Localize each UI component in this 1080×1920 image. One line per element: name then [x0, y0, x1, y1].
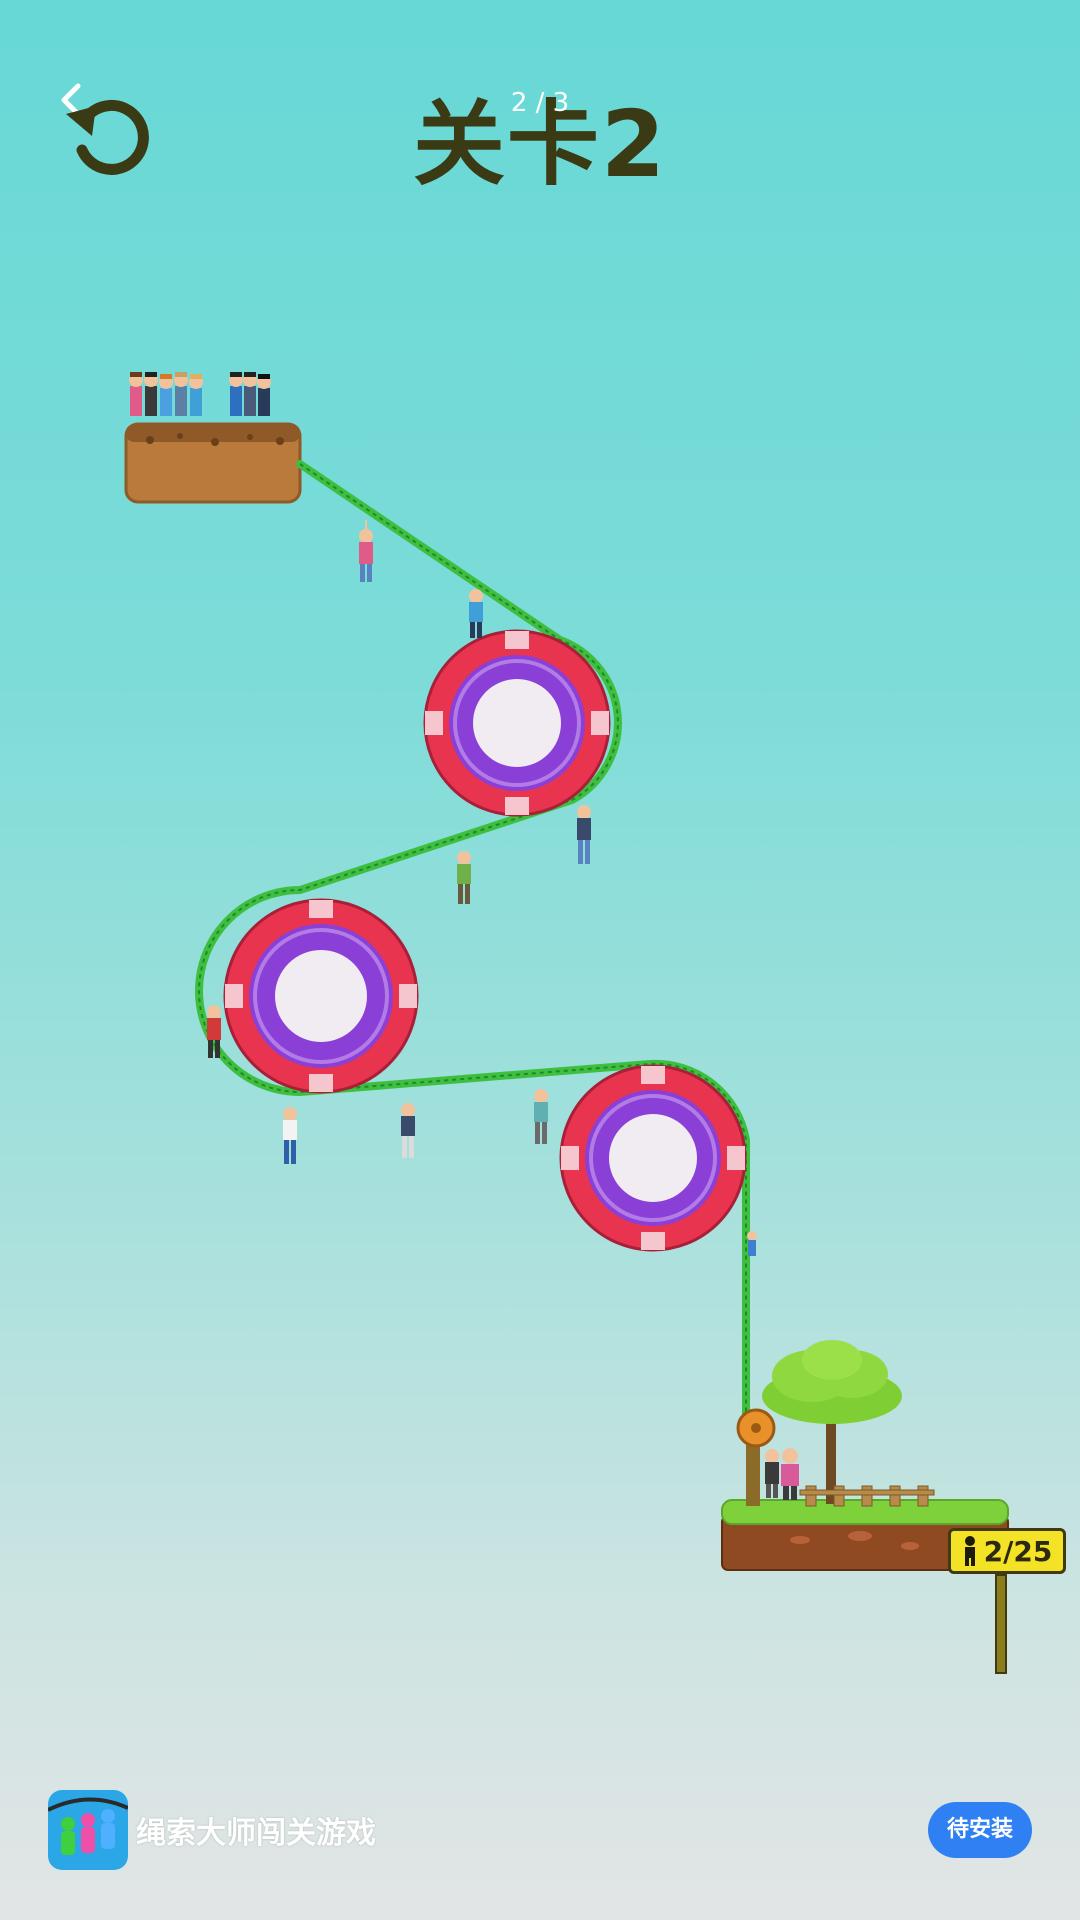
restart-icon — [66, 99, 149, 175]
restart-button[interactable] — [62, 92, 152, 182]
rescue-wheel[interactable] — [559, 1064, 747, 1252]
game-scene[interactable] — [0, 0, 1080, 1920]
app-name[interactable]: 绳索大师闯关游戏 — [136, 1808, 376, 1852]
hanging-person — [401, 1103, 415, 1158]
ad-banner[interactable]: 绳索大师闯关游戏 待安装 — [0, 1780, 1080, 1880]
waiting-crowd — [129, 372, 271, 416]
hanging-person — [577, 805, 591, 864]
hanging-person — [469, 589, 483, 638]
rescued-counter: 2/25 — [948, 1528, 1066, 1574]
install-button[interactable]: 待安装 — [928, 1802, 1032, 1858]
person-icon — [964, 1536, 975, 1566]
rescue-wheel[interactable] — [423, 629, 611, 817]
hanging-person — [359, 520, 373, 582]
hanging-person — [534, 1089, 548, 1144]
hanging-person — [747, 1231, 757, 1256]
app-icon[interactable] — [48, 1790, 128, 1870]
rescue-wheel[interactable] — [223, 898, 419, 1094]
start-platform — [124, 422, 302, 504]
game-screen: 关卡2 2 / 3 2/25 绳索大师闯关游戏 待安装 — [0, 0, 1080, 1920]
sign-post — [995, 1574, 1007, 1674]
hanging-person — [457, 851, 471, 904]
hanging-person — [283, 1107, 297, 1164]
page-indicator: 2 / 3 — [510, 88, 570, 118]
rescued-counter-text: 2/25 — [983, 1534, 1053, 1568]
